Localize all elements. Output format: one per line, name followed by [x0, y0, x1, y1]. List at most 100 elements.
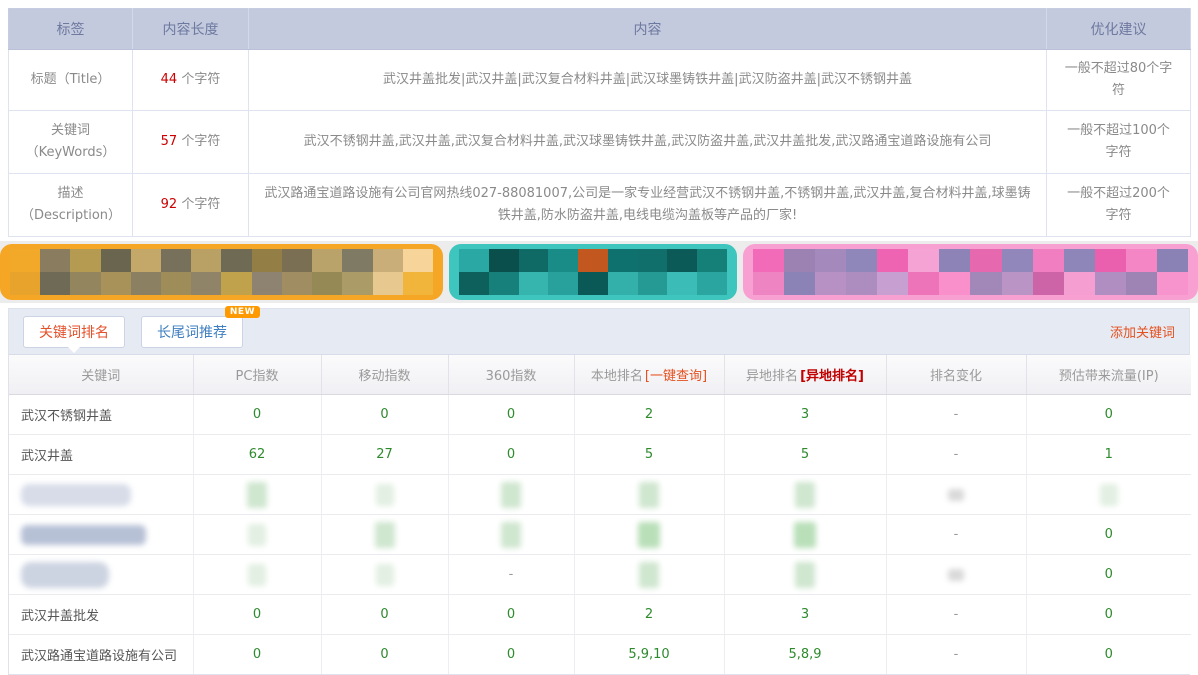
mosaic-block: [815, 249, 846, 272]
mosaic-block: [753, 272, 784, 295]
metric-cell: 0: [1026, 555, 1191, 595]
metric-value: 0: [253, 607, 261, 622]
metric-value: 0: [380, 647, 388, 662]
mosaic-block: [342, 249, 372, 272]
metric-cell: [574, 475, 724, 515]
mosaic-block: [489, 249, 519, 272]
metric-cell: [886, 475, 1026, 515]
blurred-value: [248, 564, 266, 586]
metric-value: 0: [380, 407, 388, 422]
mosaic-block: [10, 272, 40, 295]
metric-cell: 2: [574, 595, 724, 635]
banner-mosaic-segment: [0, 244, 443, 300]
metric-cell: [574, 515, 724, 555]
blurred-value: [795, 482, 815, 508]
metric-value: 62: [249, 447, 266, 462]
dash-value: -: [954, 647, 959, 662]
table-row: 武汉井盖批发00023-0: [9, 595, 1191, 635]
metric-value: 3: [801, 407, 809, 422]
mosaic-block: [939, 249, 970, 272]
mosaic-block: [459, 272, 489, 295]
tab-strip: 关键词排名 长尾词推荐NEW 添加关键词: [9, 309, 1189, 355]
header-action-link[interactable]: [一键查询]: [645, 369, 707, 384]
metric-value: 5: [801, 447, 809, 462]
metric-cell: 0: [1026, 395, 1191, 435]
mosaic-block: [667, 272, 697, 295]
meta-content-text: 武汉井盖批发|武汉井盖|武汉复合材料井盖|武汉球墨铸铁井盖|武汉防盗井盖|武汉不…: [249, 50, 1047, 111]
blurred-value: [638, 522, 660, 548]
meta-content-text: 武汉不锈钢井盖,武汉井盖,武汉复合材料井盖,武汉球墨铸铁井盖,武汉防盗井盖,武汉…: [249, 111, 1047, 174]
mosaic-block: [519, 272, 549, 295]
rank-column-header-2: 移动指数: [321, 355, 448, 395]
rank-column-header-4: 本地排名[一键查询]: [574, 355, 724, 395]
mosaic-block: [815, 272, 846, 295]
keyword-cell: 武汉井盖: [9, 435, 193, 475]
metric-cell: -: [448, 555, 574, 595]
mosaic-block: [403, 272, 433, 295]
mosaic-block: [312, 272, 342, 295]
header-label: 关键词: [81, 369, 120, 384]
metric-value: 0: [1105, 527, 1113, 542]
metric-value: 0: [1105, 567, 1113, 582]
mosaic-block: [578, 272, 608, 295]
header-action-link[interactable]: [异地排名]: [800, 369, 864, 384]
meta-char-count: 44 个字符: [133, 50, 249, 111]
keyword-cell: 武汉不锈钢井盖: [9, 395, 193, 435]
metric-cell: [724, 555, 886, 595]
metric-cell: 0: [193, 395, 321, 435]
mosaic-block: [578, 249, 608, 272]
metric-cell: 0: [1026, 515, 1191, 555]
metric-cell: 0: [1026, 595, 1191, 635]
meta-header-length: 内容长度: [133, 9, 249, 50]
mosaic-block: [1033, 272, 1064, 295]
mosaic-block: [638, 272, 668, 295]
blurred-value: [375, 522, 395, 548]
metric-cell: 0: [321, 635, 448, 675]
mosaic-block: [1095, 249, 1126, 272]
metric-cell: 0: [321, 395, 448, 435]
blurred-value: [639, 562, 659, 588]
metric-cell: 3: [724, 595, 886, 635]
metric-cell: [448, 475, 574, 515]
metric-cell: -: [886, 635, 1026, 675]
metric-value: 5,9,10: [628, 647, 669, 662]
meta-row-keywords: 关键词（KeyWords） 57 个字符 武汉不锈钢井盖,武汉井盖,武汉复合材料…: [9, 111, 1191, 174]
mosaic-block: [784, 249, 815, 272]
metric-cell: [1026, 475, 1191, 515]
mosaic-block: [970, 272, 1001, 295]
blurred-value: [794, 522, 816, 548]
keyword-cell: [9, 515, 193, 555]
mosaic-block: [784, 272, 815, 295]
mosaic-block: [373, 249, 403, 272]
mosaic-block: [1033, 249, 1064, 272]
mosaic-block: [1157, 272, 1188, 295]
tab-keyword-rank[interactable]: 关键词排名: [23, 316, 125, 348]
rank-column-header-7: 预估带来流量(IP): [1026, 355, 1191, 395]
metric-cell: [193, 515, 321, 555]
mosaic-block: [908, 249, 939, 272]
blurred-value: [248, 524, 266, 546]
metric-cell: [724, 515, 886, 555]
add-keyword-link[interactable]: 添加关键词: [1110, 322, 1175, 341]
metric-value: 1: [1105, 447, 1113, 462]
mosaic-block: [40, 249, 70, 272]
mosaic-block: [753, 249, 784, 272]
metric-cell: [321, 555, 448, 595]
meta-row-description: 描述（Description） 92 个字符 武汉路通宝道路设施有公司官网热线0…: [9, 174, 1191, 237]
metric-cell: 5,8,9: [724, 635, 886, 675]
dash-value: -: [954, 447, 959, 462]
tab-longtail-suggest[interactable]: 长尾词推荐NEW: [141, 316, 243, 348]
metric-value: 0: [507, 607, 515, 622]
banner-mosaic-segment: [449, 244, 737, 300]
mosaic-block: [131, 272, 161, 295]
rank-column-header-3: 360指数: [448, 355, 574, 395]
metric-cell: -: [886, 595, 1026, 635]
metric-value: 0: [507, 647, 515, 662]
metric-value: 0: [507, 407, 515, 422]
metric-cell: [448, 515, 574, 555]
metric-cell: [724, 475, 886, 515]
header-label: 本地排名: [591, 369, 643, 384]
meta-label: 关键词（KeyWords）: [9, 111, 133, 174]
meta-header-row: 标签 内容长度 内容 优化建议: [9, 9, 1191, 50]
metric-cell: [321, 475, 448, 515]
